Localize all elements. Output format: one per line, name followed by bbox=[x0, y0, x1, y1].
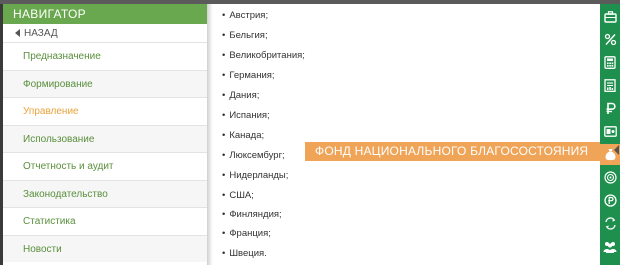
nav-item-legislation[interactable]: Законодательство bbox=[3, 179, 207, 207]
briefcase-icon[interactable] bbox=[600, 6, 620, 27]
exchange-icon[interactable] bbox=[600, 213, 620, 234]
people-icon[interactable] bbox=[600, 236, 620, 257]
nav-item-statistics[interactable]: Статистика bbox=[3, 207, 207, 235]
navigator-menu: Предназначение Формирование Управление И… bbox=[3, 42, 207, 262]
ruble-icon[interactable] bbox=[600, 98, 620, 119]
nav-item-usage[interactable]: Использование bbox=[3, 124, 207, 152]
nav-item-purpose[interactable]: Предназначение bbox=[3, 42, 207, 70]
country-list: • Австрия; • Бельгия; • Великобритания; • Ге… bbox=[218, 4, 598, 265]
back-label: НАЗАД bbox=[24, 28, 58, 39]
list-item: • Великобритания; bbox=[222, 50, 305, 61]
list-item: • США; bbox=[222, 190, 254, 201]
calculator-icon[interactable] bbox=[600, 52, 620, 73]
sidebar-shadow bbox=[207, 4, 213, 265]
list-item: • Испания; bbox=[222, 110, 270, 121]
list-item: • Нидерланды; bbox=[222, 170, 289, 181]
document-chart-icon[interactable] bbox=[600, 75, 620, 96]
nav-item-news[interactable]: Новости bbox=[3, 234, 207, 262]
navigator-sidebar: НАВИГАТОР НАЗАД Предназначение Формирова… bbox=[3, 4, 207, 265]
coin-ruble-icon[interactable] bbox=[600, 190, 620, 211]
back-link[interactable]: НАЗАД bbox=[3, 25, 207, 42]
list-item: • Дания; bbox=[222, 90, 260, 101]
back-arrow-icon bbox=[15, 29, 20, 38]
list-item: • Франция; bbox=[222, 228, 271, 239]
nav-item-management[interactable]: Управление bbox=[3, 97, 207, 125]
active-section-tooltip: ФОНД НАЦИОНАЛЬНОГО БЛАГОСОСТОЯНИЯ bbox=[305, 142, 600, 161]
list-item: • Швеция. bbox=[222, 248, 267, 259]
card-icon[interactable] bbox=[600, 121, 620, 142]
nav-item-formation[interactable]: Формирование bbox=[3, 69, 207, 97]
list-item: • Люксембург; bbox=[222, 150, 285, 161]
list-item: • Австрия; bbox=[222, 10, 269, 21]
list-item: • Финляндия; bbox=[222, 209, 282, 220]
pointer-arrow-icon bbox=[614, 145, 619, 155]
right-icon-rail bbox=[600, 4, 620, 265]
navigator-title: НАВИГАТОР bbox=[3, 4, 207, 24]
nav-item-reporting-audit[interactable]: Отчетность и аудит bbox=[3, 152, 207, 180]
list-item: • Канада; bbox=[222, 130, 265, 141]
list-item: • Бельгия; bbox=[222, 30, 268, 41]
percent-icon[interactable] bbox=[600, 29, 620, 50]
list-item: • Германия; bbox=[222, 70, 275, 81]
target-icon[interactable] bbox=[600, 167, 620, 188]
